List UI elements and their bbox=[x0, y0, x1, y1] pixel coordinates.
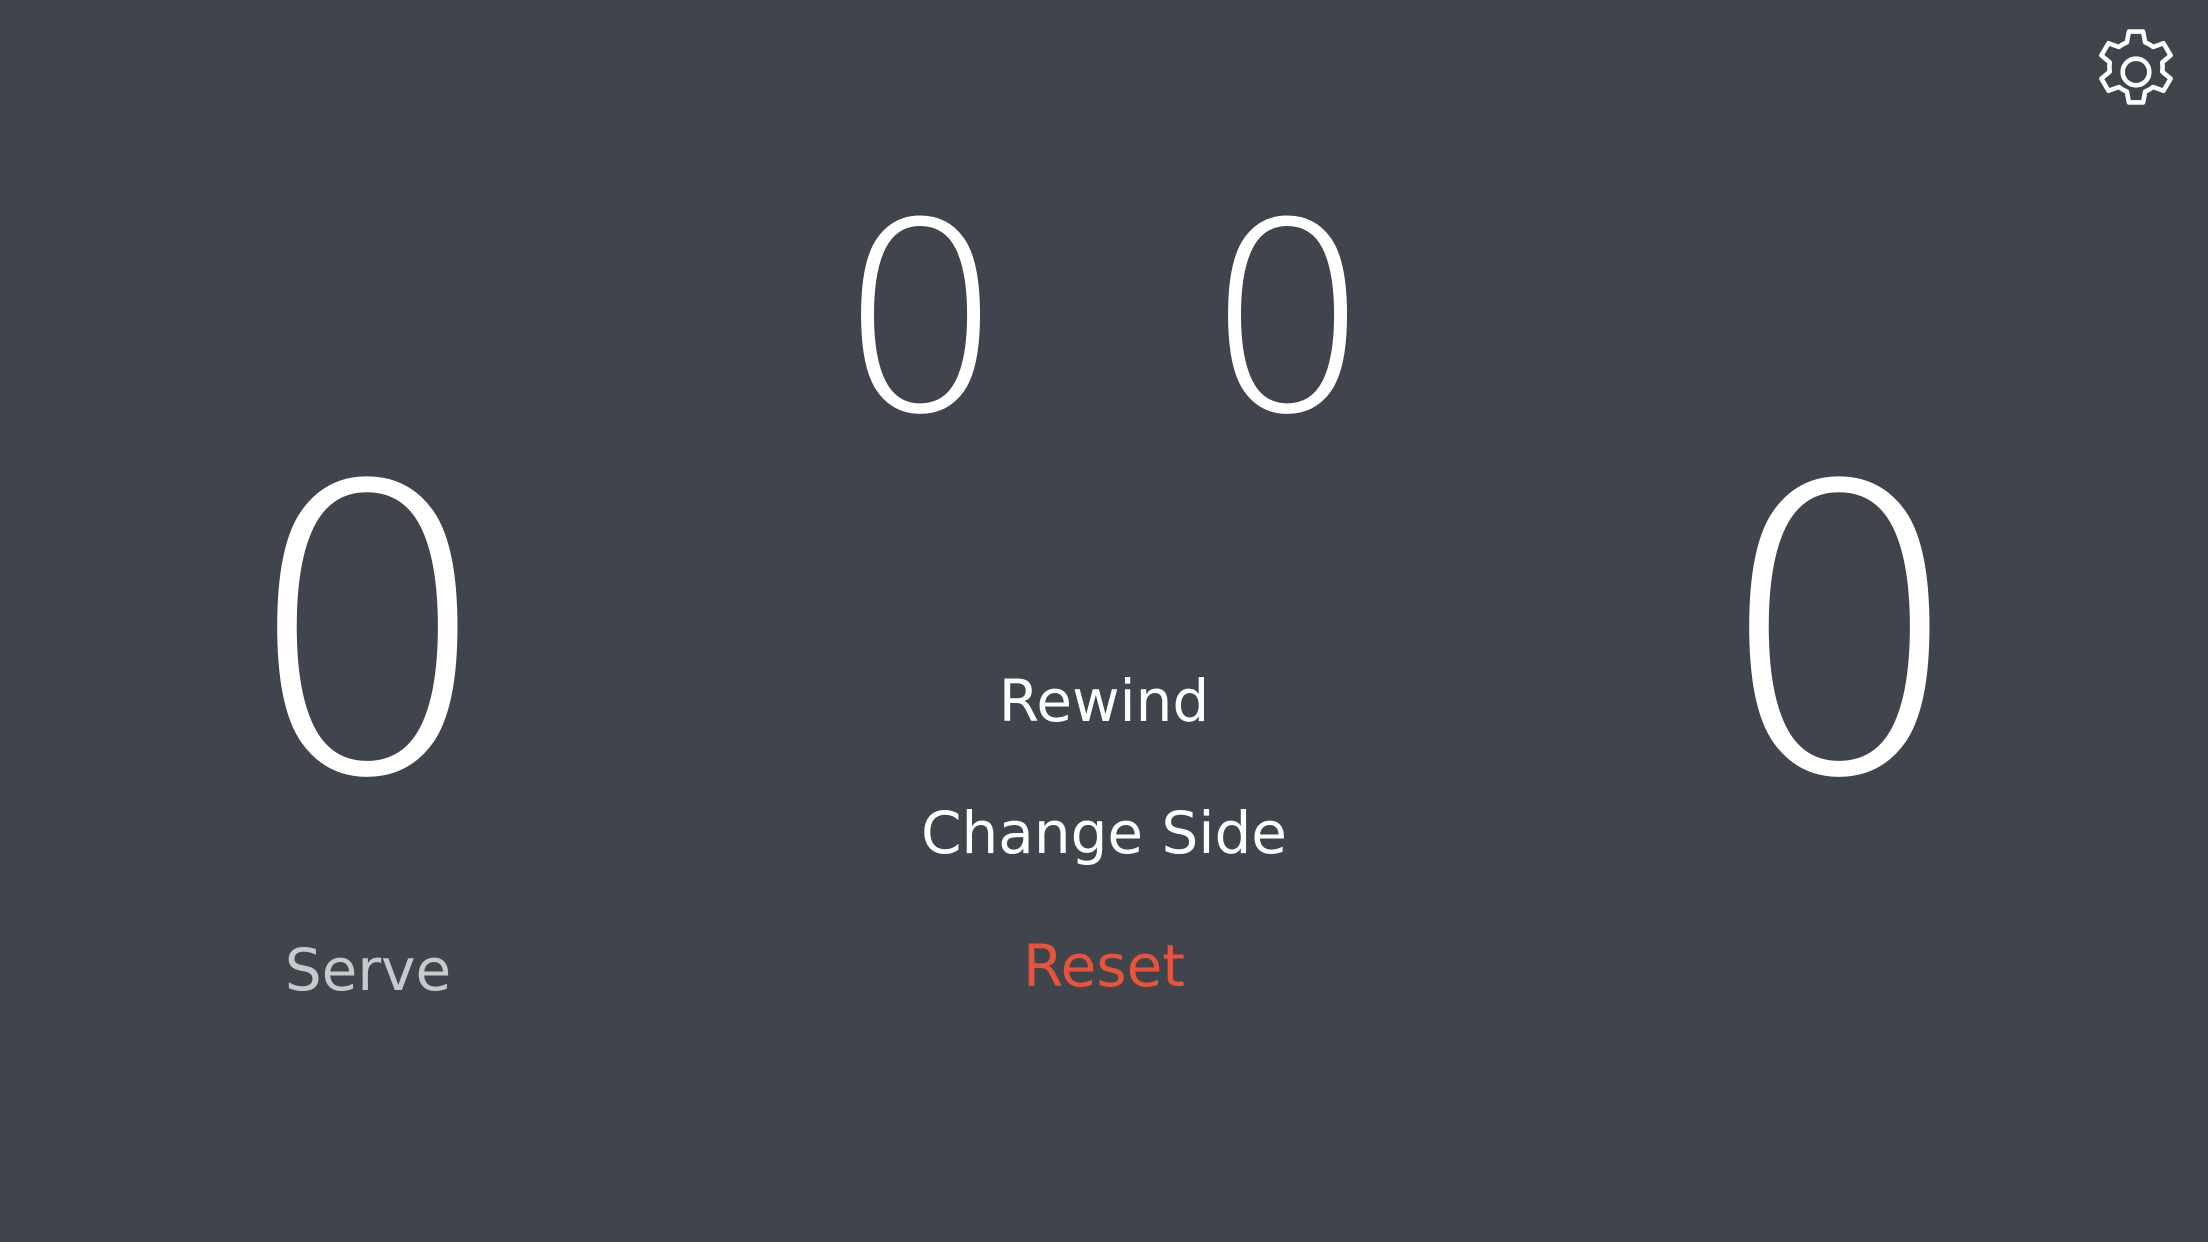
change-side-button[interactable]: Change Side bbox=[804, 804, 1404, 862]
right-set-score: 0 bbox=[1204, 167, 1372, 472]
serve-indicator: Serve bbox=[284, 936, 452, 1004]
left-point-score[interactable]: 0 bbox=[188, 435, 548, 832]
gear-icon bbox=[2099, 29, 2173, 105]
left-set-score: 0 bbox=[837, 167, 1005, 472]
rewind-button[interactable]: Rewind bbox=[804, 672, 1404, 730]
reset-button[interactable]: Reset bbox=[804, 937, 1404, 995]
right-point-score[interactable]: 0 bbox=[1660, 435, 2020, 832]
settings-button[interactable] bbox=[2086, 22, 2186, 122]
